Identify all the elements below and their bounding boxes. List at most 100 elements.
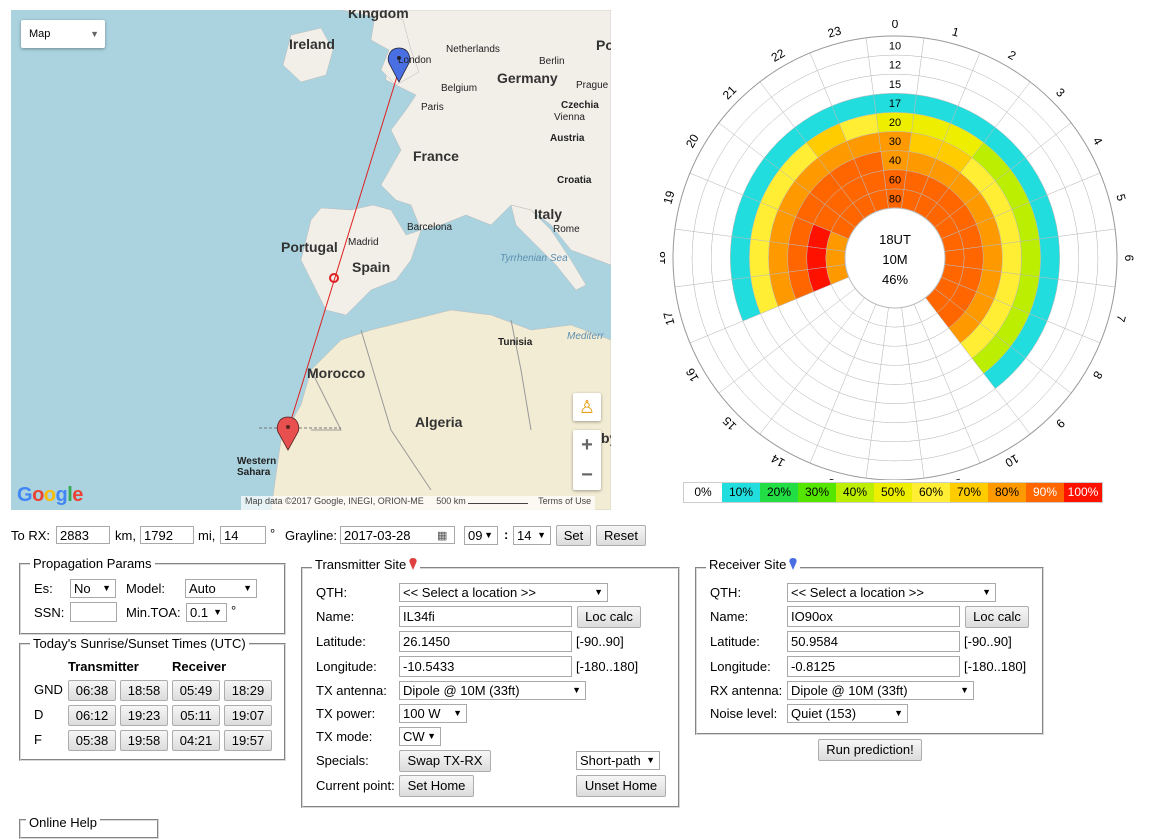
heatmap-cell [749,238,770,278]
propagation-params-legend: Propagation Params [30,556,155,571]
sun-time-button[interactable]: 05:11 [172,705,220,726]
sun-time-button[interactable]: 19:23 [120,705,168,726]
tx-loc-calc-button[interactable]: Loc calc [577,606,641,628]
sun-time-button[interactable]: 06:12 [68,705,116,726]
center-title-line: 10M [882,252,907,267]
hour-label: 9 [1053,416,1068,431]
set-home-button[interactable]: Set Home [399,775,474,797]
heatmap-cell [1057,233,1079,283]
tx-latitude-input[interactable] [399,631,572,652]
distance-mi-input[interactable] [140,526,194,544]
es-select[interactable]: No ▼ [70,579,116,598]
map-label: Portugal [281,239,338,255]
google-logo[interactable]: Google [17,484,83,507]
heatmap-cell [873,402,917,423]
sun-row-label: F [34,732,42,747]
map-type-select[interactable]: Map ▼ [21,20,105,48]
map-label: Belgium [441,83,478,94]
tx-lon-range: [-180..180] [576,659,639,674]
mintoa-select[interactable]: 0.1 ▼ [186,603,227,622]
sun-time-button[interactable]: 06:38 [68,680,116,701]
chevron-down-icon: ▼ [213,607,222,617]
heatmap-cell [865,458,925,480]
unset-home-button[interactable]: Unset Home [576,775,666,797]
chevron-down-icon: ▼ [243,583,252,593]
rx-name-input[interactable] [787,606,960,627]
sun-time-button[interactable]: 04:21 [172,730,220,751]
chevron-down-icon: ▼ [646,755,655,765]
model-select[interactable]: Auto ▼ [185,579,257,598]
calendar-icon[interactable]: ▦ [437,529,447,542]
tx-mode-select[interactable]: CW ▼ [399,727,441,746]
map-view[interactable]: Kingdom Ireland London Netherlands Berli… [11,10,611,510]
street-view-pegman-icon[interactable]: ♙ [573,393,601,421]
elevation-ring-label: 60 [889,174,901,186]
sun-time-button[interactable]: 18:58 [120,680,168,701]
receiver-site-title: Receiver Site [709,557,787,572]
rx-latitude-input[interactable] [787,631,960,652]
zoom-out-button[interactable]: − [573,460,601,490]
sun-row-label: D [34,707,44,722]
heatmap-cell [1001,241,1022,275]
bearing-input[interactable] [220,526,266,544]
hour-label: 17 [660,310,677,327]
heatmap-cell [963,246,984,270]
elevation-ring-label: 15 [889,79,901,91]
tx-name-input[interactable] [399,606,572,627]
swap-tx-rx-button[interactable]: Swap TX-RX [399,750,491,772]
tx-antenna-label: TX antenna: [316,683,387,698]
sun-time-button[interactable]: 05:38 [68,730,116,751]
sun-row-label: GND [34,682,63,697]
tx-power-select[interactable]: 100 W ▼ [399,704,467,723]
transmitter-site-title: Transmitter Site [315,557,407,572]
sun-time-button[interactable]: 19:07 [224,705,272,726]
rx-qth-select[interactable]: << Select a location >> ▼ [787,583,996,602]
sun-time-button[interactable]: 19:57 [224,730,272,751]
red-map-pin-icon [409,558,417,570]
minute-select[interactable]: 14 ▼ [513,526,551,545]
legend-swatch: 50% [874,483,912,502]
model-value: Auto [189,581,216,596]
ssn-input[interactable] [70,602,117,622]
heatmap-cell [883,326,907,347]
map-label: Barcelona [407,222,453,233]
run-prediction-button[interactable]: Run prediction! [818,739,922,761]
hour-label: 13 [826,475,843,480]
km-label: km, [115,528,136,543]
legend-swatch: 30% [798,483,836,502]
zoom-in-button[interactable]: + [573,430,601,460]
distance-km-input[interactable] [56,526,110,544]
noise-level-select[interactable]: Quiet (153) ▼ [787,704,908,723]
rx-loc-calc-button[interactable]: Loc calc [965,606,1029,628]
map-label: Madrid [348,237,379,248]
hour-label: 14 [768,451,787,470]
heatmap-cell [1076,231,1099,285]
tx-antenna-value: Dipole @ 10M (33ft) [403,683,520,698]
map-label: Berlin [539,56,565,67]
tx-antenna-select[interactable]: Dipole @ 10M (33ft) ▼ [399,681,586,700]
path-value: Short-path [580,753,641,768]
path-select[interactable]: Short-path ▼ [576,751,660,770]
reset-button[interactable]: Reset [596,525,646,546]
rx-longitude-input[interactable] [787,656,960,677]
transmitter-site-legend: Transmitter Site [312,557,421,572]
chevron-down-icon: ▼ [102,583,111,593]
elevation-ring-label: 20 [889,117,901,129]
set-button[interactable]: Set [556,525,591,546]
es-value: No [74,581,91,596]
map-label: Germany [497,70,558,86]
sun-time-button[interactable]: 05:49 [172,680,220,701]
hour-select[interactable]: 09 ▼ [464,526,498,545]
elevation-ring-label: 80 [889,193,901,205]
sun-time-button[interactable]: 18:29 [224,680,272,701]
sun-times-legend: Today's Sunrise/Sunset Times (UTC) [30,636,249,651]
tx-qth-select[interactable]: << Select a location >> ▼ [399,583,608,602]
rx-antenna-select[interactable]: Dipole @ 10M (33ft) ▼ [787,681,974,700]
terms-link[interactable]: Terms of Use [538,496,591,506]
propagation-params-panel [19,563,286,635]
rx-lat-range: [-90..90] [964,634,1012,649]
tx-longitude-input[interactable] [399,656,572,677]
propagation-polar-chart: 1012151720304060800123456789101112131415… [660,20,1136,480]
hour-label: 22 [769,46,788,65]
sun-time-button[interactable]: 19:58 [120,730,168,751]
